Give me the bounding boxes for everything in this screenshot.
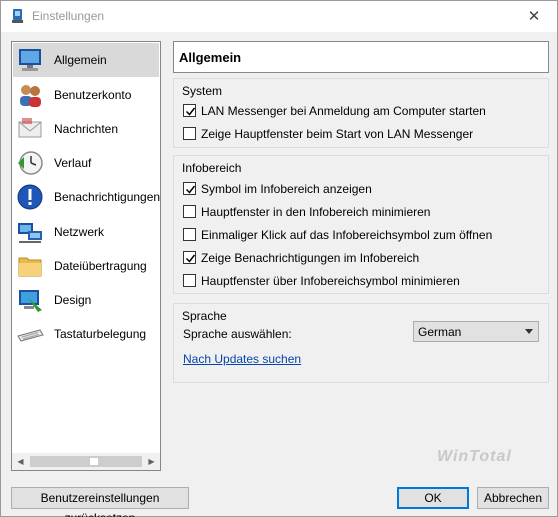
clock-icon bbox=[18, 151, 43, 175]
sidebar-item-dateiuebertragung[interactable]: Dateiübertragung bbox=[13, 249, 159, 283]
sidebar-item-label: Design bbox=[54, 293, 92, 307]
users-icon bbox=[20, 85, 41, 107]
title-bar[interactable]: Einstellungen ✕ bbox=[1, 1, 557, 32]
sidebar-item-label: Benutzerkonto bbox=[54, 88, 132, 102]
sidebar-item-verlauf[interactable]: Verlauf bbox=[13, 146, 159, 180]
group-title: Sprache bbox=[182, 309, 227, 323]
language-select-label: Sprache auswählen: bbox=[183, 327, 292, 341]
scroll-right-arrow[interactable]: ▶ bbox=[143, 453, 160, 470]
sidebar-item-label: Dateiübertragung bbox=[54, 259, 147, 273]
sidebar-item-benachrichtigungen[interactable]: Benachrichtigungen bbox=[13, 180, 161, 214]
sidebar-item-benutzerkonto[interactable]: Benutzerkonto bbox=[13, 78, 159, 112]
checkbox-unchecked[interactable] bbox=[183, 274, 196, 287]
group-title: Infobereich bbox=[182, 161, 242, 175]
sidebar-item-label: Tastaturbelegung bbox=[54, 327, 147, 341]
checkbox-label: LAN Messenger bei Anmeldung am Computer … bbox=[201, 104, 486, 118]
keyboard-icon bbox=[17, 329, 44, 342]
chevron-down-icon bbox=[525, 329, 533, 334]
check-updates-link[interactable]: Nach Updates suchen bbox=[183, 352, 301, 366]
page-title-box: Allgemein bbox=[173, 41, 549, 73]
checkbox-unchecked[interactable] bbox=[183, 127, 196, 140]
close-button[interactable]: ✕ bbox=[511, 1, 557, 32]
checkbox-label: Einmaliger Klick auf das Infobereichsymb… bbox=[201, 228, 493, 242]
sidebar-item-label: Allgemein bbox=[54, 53, 107, 67]
system-group: System LAN Messenger bei Anmeldung am Co… bbox=[173, 78, 549, 148]
language-group: Sprache Sprache auswählen: German Nach U… bbox=[173, 303, 549, 383]
page-title: Allgemein bbox=[179, 50, 242, 65]
sidebar-item-label: Nachrichten bbox=[54, 122, 119, 136]
sidebar-item-tastaturbelegung[interactable]: Tastaturbelegung bbox=[13, 317, 159, 351]
checkbox-label: Hauptfenster über Infobereichsymbol mini… bbox=[201, 274, 460, 288]
checkbox-checked[interactable] bbox=[183, 104, 196, 117]
watermark-text: WinTotal bbox=[437, 448, 512, 465]
sidebar-item-label: Verlauf bbox=[54, 156, 92, 170]
checkbox-checked[interactable] bbox=[183, 182, 196, 195]
tray-group: Infobereich Symbol im Infobereich anzeig… bbox=[173, 155, 549, 294]
scrollbar-grip[interactable] bbox=[89, 457, 99, 466]
sidebar-item-allgemein[interactable]: Allgemein bbox=[13, 43, 159, 77]
window-title: Einstellungen bbox=[32, 9, 105, 23]
palette-icon bbox=[19, 290, 42, 312]
checkbox-checked[interactable] bbox=[183, 251, 196, 264]
reset-settings-button[interactable]: Benutzereinstellungen zurücksetzen bbox=[11, 487, 189, 517]
sidebar-item-label: Netzwerk bbox=[54, 225, 105, 239]
ok-button[interactable]: OK bbox=[397, 487, 469, 509]
checkbox-label: Zeige Benachrichtigungen im Infobereich bbox=[201, 251, 420, 265]
info-icon bbox=[17, 184, 43, 210]
category-list[interactable]: Allgemein Benutzerkonto Nachrichten Verl… bbox=[11, 41, 161, 471]
sidebar-item-design[interactable]: Design bbox=[13, 283, 159, 317]
sidebar-item-nachrichten[interactable]: Nachrichten bbox=[13, 112, 159, 146]
scrollbar-thumb[interactable] bbox=[30, 456, 142, 467]
checkbox-label: Symbol im Infobereich anzeigen bbox=[201, 182, 372, 196]
sidebar-item-label: Benachrichtigungen bbox=[54, 190, 161, 204]
lan-messenger-app-icon bbox=[12, 9, 23, 23]
horizontal-scrollbar[interactable]: ◀ ▶ bbox=[12, 453, 160, 470]
cancel-button[interactable]: Abbrechen bbox=[477, 487, 549, 509]
network-icon bbox=[18, 223, 42, 243]
checkbox-label: Hauptfenster in den Infobereich minimier… bbox=[201, 205, 431, 219]
checkbox-unchecked[interactable] bbox=[183, 228, 196, 241]
scroll-left-arrow[interactable]: ◀ bbox=[12, 453, 29, 470]
settings-window: Einstellungen ✕ Allgemein Benutzerkonto bbox=[0, 0, 558, 517]
checkbox-label: Zeige Hauptfenster beim Start von LAN Me… bbox=[201, 127, 474, 141]
language-dropdown[interactable]: German bbox=[413, 321, 539, 342]
folder-icon bbox=[18, 257, 42, 277]
checkbox-unchecked[interactable] bbox=[183, 205, 196, 218]
sidebar-item-netzwerk[interactable]: Netzwerk bbox=[13, 215, 159, 249]
wintotal-watermark-logo: WinTotal bbox=[437, 445, 517, 471]
language-dropdown-value: German bbox=[418, 325, 462, 339]
group-title: System bbox=[182, 84, 223, 98]
monitor-icon bbox=[19, 49, 41, 71]
envelope-icon bbox=[18, 118, 42, 138]
